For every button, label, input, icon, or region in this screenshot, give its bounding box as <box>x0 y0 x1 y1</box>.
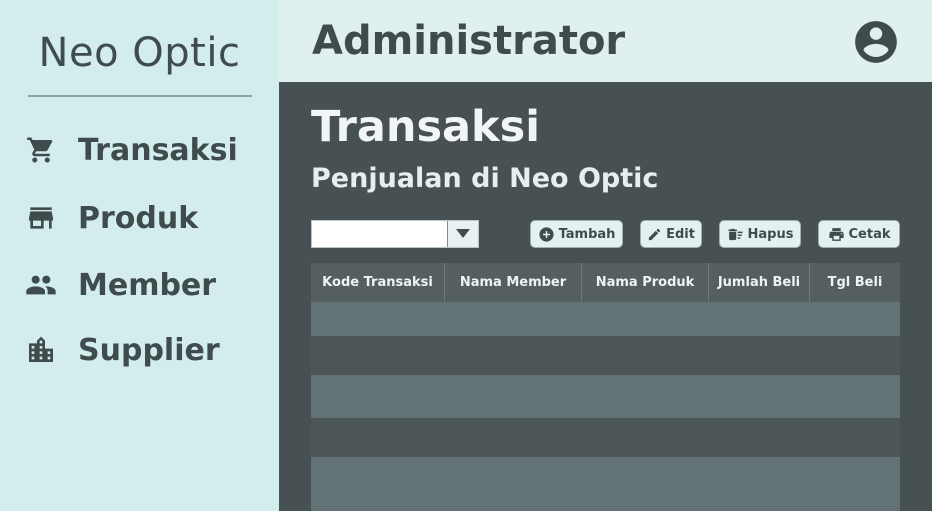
page-title: Transaksi <box>311 102 540 152</box>
filter-dropdown[interactable] <box>311 220 479 248</box>
delete-button[interactable]: Hapus <box>719 220 801 248</box>
pencil-icon <box>648 228 661 240</box>
add-button-label: Tambah <box>558 226 616 242</box>
people-icon <box>24 268 58 302</box>
store-icon <box>24 201 58 235</box>
column-header-nama-member[interactable]: Nama Member <box>445 263 582 302</box>
account-circle-icon[interactable] <box>851 17 901 67</box>
table-row[interactable] <box>311 375 900 418</box>
brand-logo-text: Neo Optic <box>38 30 241 76</box>
sidebar-item-label: Transaksi <box>78 132 238 168</box>
table-row[interactable] <box>311 457 900 511</box>
brand-divider <box>28 95 252 97</box>
delete-sweep-icon <box>727 228 743 240</box>
print-button[interactable]: Cetak <box>818 220 900 248</box>
edit-button[interactable]: Edit <box>640 220 702 248</box>
page-subtitle: Penjualan di Neo Optic <box>311 163 659 194</box>
sidebar-item-transaksi[interactable]: Transaksi <box>24 130 238 170</box>
sidebar-item-supplier[interactable]: Supplier <box>24 330 220 370</box>
sidebar-item-label: Produk <box>78 200 199 236</box>
print-button-label: Cetak <box>848 226 891 242</box>
edit-button-label: Edit <box>666 226 695 242</box>
add-button[interactable]: Tambah <box>530 220 623 248</box>
sidebar-item-member[interactable]: Member <box>24 265 216 305</box>
sidebar: Neo Optic Transaksi Produk Member Suppli… <box>0 0 279 511</box>
filter-dropdown-value <box>312 221 447 247</box>
column-header-kode-transaksi[interactable]: Kode Transaksi <box>311 263 445 302</box>
column-header-tgl-beli[interactable]: Tgl Beli <box>810 263 900 302</box>
sidebar-item-label: Supplier <box>78 332 220 368</box>
table-row[interactable] <box>311 302 900 336</box>
delete-button-label: Hapus <box>747 226 794 242</box>
column-header-nama-produk[interactable]: Nama Produk <box>582 263 709 302</box>
transactions-table: Kode Transaksi Nama Member Nama Produk J… <box>311 263 900 511</box>
sidebar-item-label: Member <box>78 267 217 303</box>
printer-icon <box>828 227 844 241</box>
header-title: Administrator <box>312 18 626 64</box>
sidebar-item-produk[interactable]: Produk <box>24 198 198 238</box>
column-header-jumlah-beli[interactable]: Jumlah Beli <box>709 263 810 302</box>
cart-icon <box>24 133 58 167</box>
chevron-down-icon[interactable] <box>447 221 478 247</box>
add-circle-icon <box>538 226 554 242</box>
top-header: Administrator <box>279 0 932 82</box>
table-row[interactable] <box>311 418 900 457</box>
table-header: Kode Transaksi Nama Member Nama Produk J… <box>311 263 900 302</box>
table-row[interactable] <box>311 336 900 375</box>
building-icon <box>24 333 58 367</box>
